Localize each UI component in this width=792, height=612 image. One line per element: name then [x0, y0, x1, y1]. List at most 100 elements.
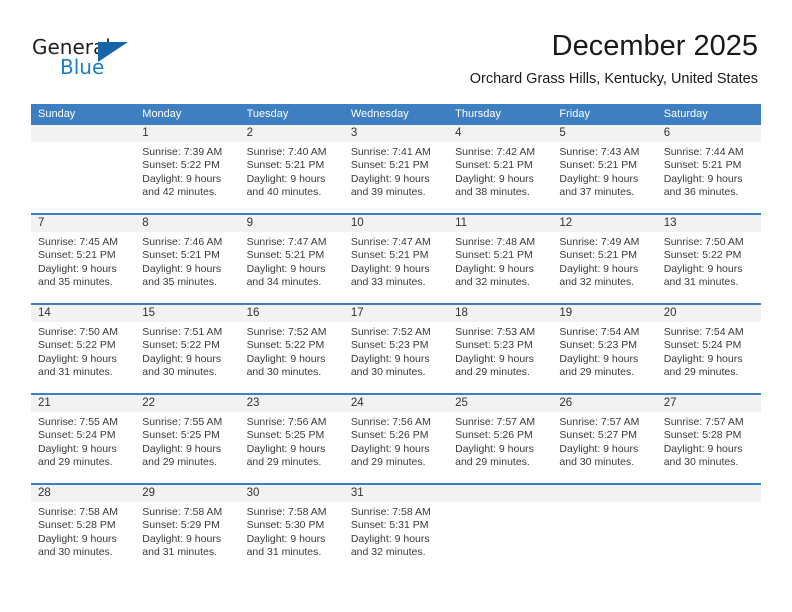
general-blue-logo[interactable]: General Blue — [32, 36, 142, 84]
day-detail-line: and 30 minutes. — [246, 365, 322, 378]
day-number: 8 — [135, 215, 240, 232]
calendar-day-cell[interactable]: 7 Sunrise: 7:45 AM Sunset: 5:21 PM Daylight… — [31, 215, 136, 303]
day-sun-details: Sunrise: 7:43 AM Sunset: 5:21 PM Daylight:… — [552, 142, 656, 199]
day-detail-line: Sunset: 5:21 PM — [350, 159, 429, 172]
day-number: 31 — [343, 485, 449, 502]
day-detail-line: and 30 minutes. — [142, 365, 217, 378]
day-number: 18 — [448, 305, 553, 322]
day-number: 21 — [31, 395, 136, 412]
calendar-page: General Blue December 2025 Orchard Grass… — [0, 0, 792, 612]
day-sun-details: Sunrise: 7:57 AM Sunset: 5:27 PM Daylight:… — [552, 412, 656, 469]
calendar-day-cell[interactable]: 6 Sunrise: 7:44 AM Sunset: 5:21 PM Daylight… — [656, 125, 761, 213]
day-detail-line: Sunrise: 7:49 AM — [559, 236, 640, 248]
calendar-day-cell[interactable]: 22 Sunrise: 7:55 AM Sunset: 5:25 PM Dayligh… — [135, 395, 240, 483]
calendar-day-cell[interactable]: 13 Sunrise: 7:50 AM Sunset: 5:22 PM Dayligh… — [656, 215, 761, 303]
calendar-day-cell[interactable]: 3 Sunrise: 7:41 AM Sunset: 5:21 PM Daylight… — [343, 125, 449, 213]
day-detail-line: Sunrise: 7:47 AM — [350, 236, 431, 248]
day-sun-details: Sunrise: 7:46 AM Sunset: 5:21 PM Daylight:… — [135, 232, 239, 289]
calendar-day-cell[interactable]: 24 Sunrise: 7:56 AM Sunset: 5:26 PM Dayligh… — [343, 395, 449, 483]
day-sun-details: Sunrise: 7:58 AM Sunset: 5:31 PM Daylight:… — [344, 502, 448, 559]
day-sun-details: Sunrise: 7:47 AM Sunset: 5:21 PM Daylight:… — [344, 232, 448, 289]
calendar-day-cell[interactable]: 2 Sunrise: 7:40 AM Sunset: 5:21 PM Daylight… — [239, 125, 344, 213]
calendar-day-cell[interactable]: 23 Sunrise: 7:56 AM Sunset: 5:25 PM Dayligh… — [239, 395, 344, 483]
day-detail-line: Daylight: 9 hours — [142, 442, 222, 455]
calendar-day-cell[interactable]: 25 Sunrise: 7:57 AM Sunset: 5:26 PM Dayligh… — [448, 395, 553, 483]
day-number: 17 — [343, 305, 449, 322]
calendar-day-cell[interactable]: 4 Sunrise: 7:42 AM Sunset: 5:21 PM Daylight… — [448, 125, 553, 213]
page-title: December 2025 — [551, 30, 758, 62]
day-sun-details: Sunrise: 7:50 AM Sunset: 5:22 PM Daylight:… — [31, 322, 135, 379]
calendar-day-cell[interactable]: 16 Sunrise: 7:52 AM Sunset: 5:22 PM Dayligh… — [239, 305, 344, 393]
calendar-day-cell[interactable]: 18 Sunrise: 7:53 AM Sunset: 5:23 PM Dayligh… — [448, 305, 553, 393]
calendar-day-cell[interactable]: 28 Sunrise: 7:58 AM Sunset: 5:28 PM Dayligh… — [31, 485, 136, 573]
page-header: General Blue December 2025 Orchard Grass… — [0, 0, 792, 100]
calendar-day-cell[interactable]: 19 Sunrise: 7:54 AM Sunset: 5:23 PM Dayligh… — [552, 305, 657, 393]
calendar-day-cell[interactable]: 15 Sunrise: 7:51 AM Sunset: 5:22 PM Dayligh… — [135, 305, 240, 393]
day-detail-line: Sunset: 5:24 PM — [38, 429, 116, 442]
day-number: 20 — [656, 305, 761, 322]
day-detail-line: Daylight: 9 hours — [559, 262, 639, 275]
day-detail-line: Sunrise: 7:56 AM — [350, 416, 431, 428]
calendar-week-row: 28 Sunrise: 7:58 AM Sunset: 5:28 PM Dayligh… — [31, 483, 761, 573]
day-detail-line: Sunrise: 7:51 AM — [142, 326, 223, 338]
day-detail-line: Sunrise: 7:42 AM — [455, 146, 536, 158]
day-number: 2 — [239, 125, 344, 142]
calendar-day-cell[interactable]: 26 Sunrise: 7:57 AM Sunset: 5:27 PM Dayligh… — [552, 395, 657, 483]
day-detail-line: Sunrise: 7:55 AM — [38, 416, 118, 428]
calendar-day-cell[interactable]: 8 Sunrise: 7:46 AM Sunset: 5:21 PM Daylight… — [135, 215, 240, 303]
calendar-day-cell[interactable]: 1 Sunrise: 7:39 AM Sunset: 5:22 PM Daylight… — [135, 125, 240, 213]
day-sun-details: Sunrise: 7:56 AM Sunset: 5:26 PM Daylight:… — [344, 412, 448, 469]
day-number: 1 — [135, 125, 240, 142]
day-detail-line: Sunset: 5:21 PM — [38, 249, 116, 262]
calendar-day-cell[interactable]: 20 Sunrise: 7:54 AM Sunset: 5:24 PM Dayligh… — [656, 305, 761, 393]
day-detail-line: Daylight: 9 hours — [142, 352, 222, 365]
day-detail-line: and 30 minutes. — [663, 455, 739, 468]
day-sun-details: Sunrise: 7:39 AM Sunset: 5:22 PM Daylight:… — [135, 142, 239, 199]
day-detail-line: Daylight: 9 hours — [38, 352, 117, 365]
day-number: 9 — [239, 215, 344, 232]
calendar-day-cell-empty — [448, 485, 553, 573]
calendar-day-cell[interactable]: 27 Sunrise: 7:57 AM Sunset: 5:28 PM Dayligh… — [656, 395, 761, 483]
day-detail-line: Sunset: 5:22 PM — [663, 249, 742, 262]
day-detail-line: Daylight: 9 hours — [38, 262, 117, 275]
calendar-day-cell[interactable]: 5 Sunrise: 7:43 AM Sunset: 5:21 PM Daylight… — [552, 125, 657, 213]
calendar-day-cell[interactable]: 9 Sunrise: 7:47 AM Sunset: 5:21 PM Daylight… — [239, 215, 344, 303]
day-detail-line: and 30 minutes. — [350, 365, 426, 378]
weekday-header-wednesday: Wednesday — [350, 108, 409, 120]
day-detail-line: Daylight: 9 hours — [350, 532, 430, 545]
day-detail-line: Daylight: 9 hours — [142, 262, 222, 275]
day-detail-line: and 35 minutes. — [38, 275, 113, 288]
calendar-day-cell[interactable]: 10 Sunrise: 7:47 AM Sunset: 5:21 PM Dayligh… — [343, 215, 449, 303]
calendar-day-cell[interactable]: 11 Sunrise: 7:48 AM Sunset: 5:21 PM Dayligh… — [448, 215, 553, 303]
calendar-day-cell[interactable]: 12 Sunrise: 7:49 AM Sunset: 5:21 PM Dayligh… — [552, 215, 657, 303]
day-number: 23 — [239, 395, 344, 412]
calendar-day-cell[interactable]: 30 Sunrise: 7:58 AM Sunset: 5:30 PM Dayligh… — [239, 485, 344, 573]
day-sun-details: Sunrise: 7:55 AM Sunset: 5:25 PM Daylight:… — [135, 412, 239, 469]
day-detail-line: Sunrise: 7:54 AM — [663, 326, 744, 338]
day-detail-line: Daylight: 9 hours — [559, 172, 639, 185]
day-detail-line: Daylight: 9 hours — [246, 172, 326, 185]
day-sun-details — [552, 502, 656, 506]
day-detail-line: Daylight: 9 hours — [246, 442, 326, 455]
day-detail-line: Daylight: 9 hours — [142, 172, 222, 185]
day-detail-line: and 40 minutes. — [246, 185, 322, 198]
day-sun-details: Sunrise: 7:42 AM Sunset: 5:21 PM Daylight:… — [448, 142, 552, 199]
calendar-grid: Sunday Monday Tuesday Wednesday Thursday Frid… — [31, 104, 761, 573]
day-sun-details: Sunrise: 7:48 AM Sunset: 5:21 PM Daylight:… — [448, 232, 552, 289]
calendar-day-cell[interactable]: 14 Sunrise: 7:50 AM Sunset: 5:22 PM Dayligh… — [31, 305, 136, 393]
calendar-day-cell[interactable]: 21 Sunrise: 7:55 AM Sunset: 5:24 PM Dayligh… — [31, 395, 136, 483]
day-detail-line: Sunset: 5:21 PM — [559, 249, 638, 262]
day-detail-line: Sunset: 5:21 PM — [350, 249, 429, 262]
day-number: 24 — [343, 395, 449, 412]
day-detail-line: Sunrise: 7:40 AM — [246, 146, 327, 158]
calendar-day-cell[interactable]: 17 Sunrise: 7:52 AM Sunset: 5:23 PM Dayligh… — [343, 305, 449, 393]
day-detail-line: Sunrise: 7:46 AM — [142, 236, 223, 248]
calendar-day-cell[interactable]: 31 Sunrise: 7:58 AM Sunset: 5:31 PM Dayligh… — [343, 485, 449, 573]
calendar-day-cell[interactable]: 29 Sunrise: 7:58 AM Sunset: 5:29 PM Dayligh… — [135, 485, 240, 573]
day-number — [31, 125, 136, 142]
day-detail-line: Sunrise: 7:56 AM — [246, 416, 327, 428]
day-detail-line: Daylight: 9 hours — [559, 442, 639, 455]
day-detail-line: Sunset: 5:23 PM — [455, 339, 533, 352]
day-detail-line: Sunrise: 7:39 AM — [142, 146, 223, 158]
day-detail-line: Sunset: 5:23 PM — [350, 339, 429, 352]
